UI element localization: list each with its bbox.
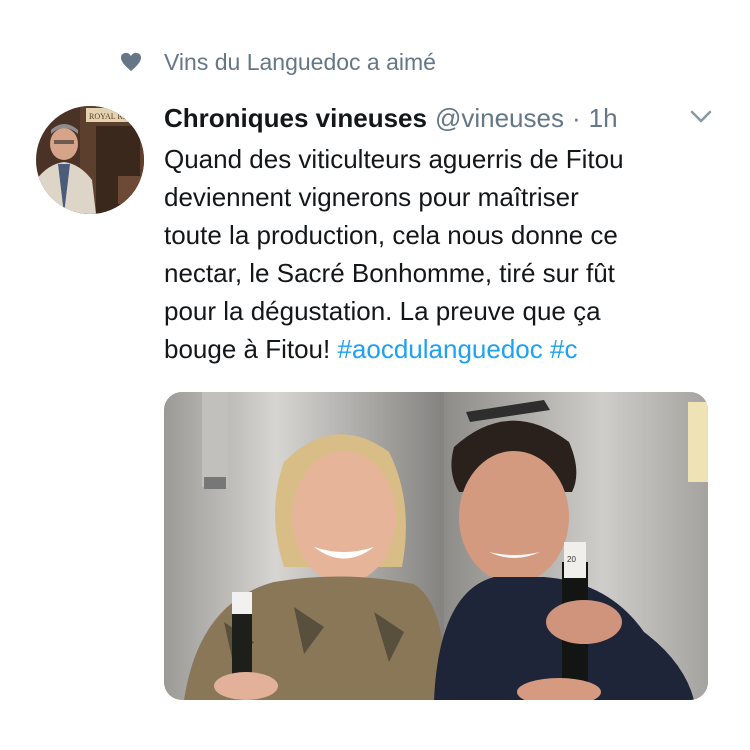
tweet-text-line: nectar, le Sacré Bonhomme, tiré sur fût bbox=[164, 258, 615, 288]
liked-by-text: Vins du Languedoc a aimé bbox=[164, 48, 436, 75]
avatar-sign-text: ROYAL RESE bbox=[89, 112, 137, 121]
tweet-photo[interactable]: 20 bbox=[164, 392, 708, 700]
chevron-down-icon[interactable] bbox=[688, 106, 714, 126]
tweet-text-line: deviennent vignerons pour maîtriser bbox=[164, 182, 579, 212]
social-context[interactable]: Vins du Languedoc a aimé bbox=[120, 44, 436, 80]
timestamp[interactable]: 1h bbox=[589, 103, 618, 134]
tweet-text-last-line: bouge à Fitou! #aocdulanguedoc #c bbox=[164, 330, 724, 368]
tweet-text-line: Quand des viticulteurs aguerris de Fitou bbox=[164, 144, 624, 174]
user-handle[interactable]: @vineuses bbox=[435, 103, 564, 134]
heart-icon bbox=[121, 52, 141, 72]
display-name[interactable]: Chroniques vineuses bbox=[164, 103, 427, 134]
avatar[interactable]: ROYAL RESE bbox=[36, 106, 144, 214]
separator-dot: · bbox=[571, 102, 581, 133]
tweet-text-line: toute la production, cela nous donne ce bbox=[164, 220, 618, 250]
tweet-text-prefix: bouge à Fitou! bbox=[164, 334, 338, 364]
tweet-text: Quand des viticulteurs aguerris de Fitou… bbox=[164, 140, 724, 368]
hashtag-link[interactable]: #c bbox=[550, 334, 577, 364]
tweet-header: Chroniques vineuses @vineuses · 1h bbox=[164, 98, 714, 138]
tweet-text-line: pour la dégustation. La preuve que ça bbox=[164, 296, 601, 326]
hashtag-link[interactable]: #aocdulanguedoc bbox=[337, 334, 542, 364]
bottle-label-text: 20 bbox=[567, 555, 576, 564]
